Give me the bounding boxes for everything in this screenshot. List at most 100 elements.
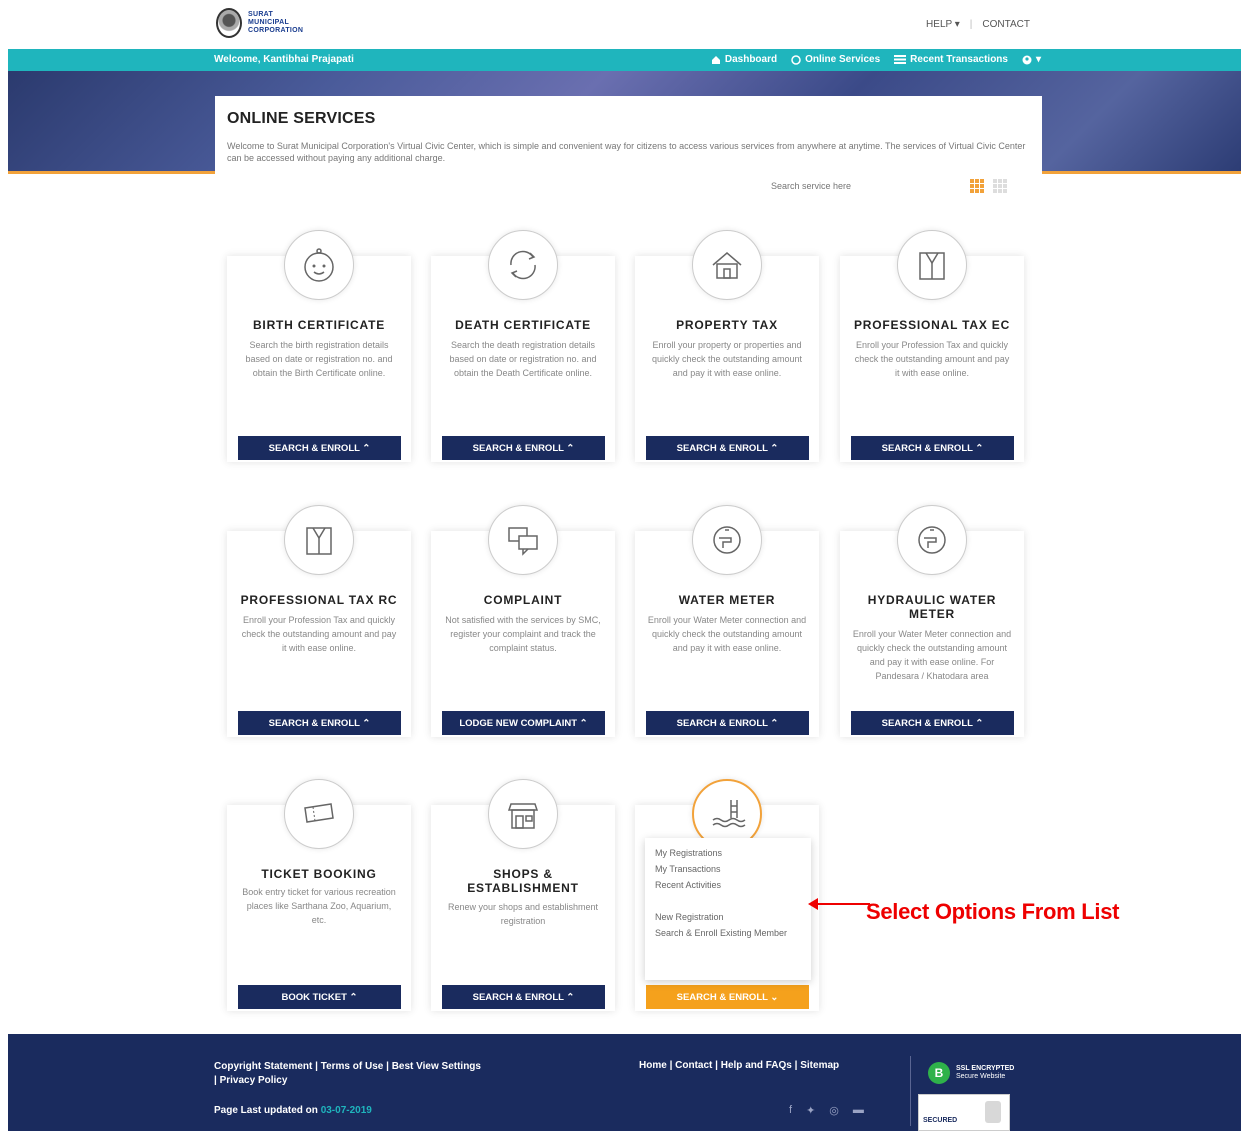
smc-logo[interactable]: SURAT MUNICIPAL CORPORATION bbox=[216, 8, 303, 38]
top-links: HELP ▾ | CONTACT bbox=[926, 19, 1030, 30]
nav-online-services[interactable]: Online Services bbox=[791, 54, 880, 65]
nav-recent-transactions[interactable]: Recent Transactions bbox=[894, 54, 1008, 65]
footer-link-terms[interactable]: Terms of Use bbox=[321, 1061, 384, 1072]
service-card-property-tax: PROPERTY TAX Enroll your property or pro… bbox=[635, 230, 819, 462]
cycle-icon bbox=[488, 230, 558, 300]
card-description: Enroll your Profession Tax and quickly c… bbox=[241, 615, 397, 653]
site-footer: Copyright Statement | Terms of Use | Bes… bbox=[8, 1034, 1241, 1131]
shop-icon bbox=[488, 779, 558, 849]
water-tap-icon bbox=[692, 505, 762, 575]
service-card-birth-certificate: BIRTH CERTIFICATE Search the birth regis… bbox=[227, 230, 411, 462]
service-search-input[interactable] bbox=[771, 179, 881, 193]
ssl-badge: B SSL ENCRYPTED Secure Website bbox=[928, 1062, 1014, 1084]
ticket-icon bbox=[284, 779, 354, 849]
search-enroll-button[interactable]: SEARCH & ENROLL ⌃ bbox=[646, 436, 809, 460]
intro-description: Welcome to Surat Municipal Corporation's… bbox=[227, 141, 1026, 163]
house-icon bbox=[692, 230, 762, 300]
card-title: COMPLAINT bbox=[483, 593, 563, 607]
card-title: DEATH CERTIFICATE bbox=[455, 318, 591, 332]
facebook-icon[interactable]: f bbox=[789, 1104, 792, 1117]
welcome-text: Welcome, Kantibhai Prajapati bbox=[214, 54, 354, 65]
service-card-hydraulic-water-meter: HYDRAULIC WATER METER Enroll your Water … bbox=[840, 505, 1024, 737]
annotation-text: Select Options From List bbox=[866, 899, 1120, 924]
globe-icon bbox=[791, 54, 801, 65]
card-description: Search the death registration details ba… bbox=[449, 340, 597, 378]
search-enroll-button[interactable]: SEARCH & ENROLL ⌃ bbox=[442, 436, 605, 460]
smc-emblem-icon bbox=[216, 8, 242, 38]
help-link[interactable]: HELP ▾ bbox=[926, 19, 960, 30]
last-updated: Page Last updated on 03-07-2019 bbox=[214, 1105, 372, 1116]
chat-icon bbox=[488, 505, 558, 575]
logo-line-3: CORPORATION bbox=[248, 27, 304, 34]
nav-dashboard[interactable]: Dashboard bbox=[711, 54, 777, 65]
service-card-complaint: COMPLAINT Not satisfied with the service… bbox=[431, 505, 615, 737]
contact-link[interactable]: CONTACT bbox=[982, 19, 1030, 30]
dropdown-item-my-registrations[interactable]: My Registrations bbox=[655, 846, 801, 860]
card-title: SHOPS & ESTABLISHMENT bbox=[467, 867, 579, 895]
footer-link-home[interactable]: Home bbox=[639, 1060, 667, 1071]
search-enroll-button-open[interactable]: SEARCH & ENROLL ⌄ bbox=[646, 985, 809, 1009]
card-title: BIRTH CERTIFICATE bbox=[252, 318, 386, 332]
nav-online-services-label: Online Services bbox=[805, 54, 881, 65]
baby-icon bbox=[284, 230, 354, 300]
search-enroll-button[interactable]: SEARCH & ENROLL ⌃ bbox=[851, 436, 1014, 460]
ssl-line-2: Secure Website bbox=[956, 1073, 1006, 1080]
card-title: WATER METER bbox=[678, 593, 776, 607]
last-updated-date: 03-07-2019 bbox=[320, 1105, 372, 1116]
water-tap-icon bbox=[897, 505, 967, 575]
nav-recent-transactions-label: Recent Transactions bbox=[910, 54, 1008, 65]
card-description: Book entry ticket for various recreation… bbox=[242, 887, 396, 925]
user-menu[interactable]: ▾ bbox=[1022, 54, 1041, 65]
security-seal: SECURED bbox=[918, 1094, 1010, 1131]
footer-link-help[interactable]: Help and FAQs bbox=[721, 1060, 792, 1071]
service-card-professional-tax-ec: PROFESSIONAL TAX EC Enroll your Professi… bbox=[840, 230, 1024, 462]
twitter-icon[interactable]: ✦ bbox=[806, 1104, 815, 1117]
instagram-icon[interactable]: ◎ bbox=[829, 1104, 839, 1117]
card-description: Enroll your Profession Tax and quickly c… bbox=[854, 340, 1010, 378]
last-updated-label: Page Last updated on bbox=[214, 1105, 321, 1116]
card-description: Not satisfied with the services by SMC, … bbox=[445, 615, 601, 653]
search-enroll-button[interactable]: SEARCH & ENROLL ⌃ bbox=[646, 711, 809, 735]
dashboard-icon bbox=[711, 56, 720, 64]
card-title: PROFESSIONAL TAX RC bbox=[240, 593, 398, 607]
search-enroll-button[interactable]: SEARCH & ENROLL ⌃ bbox=[238, 436, 401, 460]
dropdown-item-enroll-existing-member[interactable]: Search & Enroll Existing Member bbox=[655, 926, 801, 940]
list-icon bbox=[894, 55, 907, 64]
page-title: ONLINE SERVICES bbox=[227, 110, 376, 127]
dropdown-item-my-transactions[interactable]: My Transactions bbox=[655, 862, 801, 876]
card-title: PROPERTY TAX bbox=[676, 318, 778, 332]
dropdown-item-recent-activities[interactable]: Recent Activities bbox=[655, 878, 801, 892]
logo-line-2: MUNICIPAL bbox=[248, 19, 290, 26]
options-dropdown: My Registrations My Transactions Recent … bbox=[645, 838, 811, 980]
footer-link-privacy[interactable]: Privacy Policy bbox=[220, 1075, 288, 1086]
service-card-water-meter: WATER METER Enroll your Water Meter conn… bbox=[635, 505, 819, 737]
ssl-line-1: SSL ENCRYPTED bbox=[956, 1065, 1015, 1072]
card-description: Search the birth registration details ba… bbox=[245, 340, 393, 378]
youtube-icon[interactable]: ▬ bbox=[853, 1104, 864, 1117]
card-description: Enroll your Water Meter connection and q… bbox=[647, 615, 807, 653]
list-view-icon[interactable] bbox=[993, 179, 1007, 193]
suit-icon bbox=[897, 230, 967, 300]
search-enroll-button[interactable]: SEARCH & ENROLL ⌃ bbox=[851, 711, 1014, 735]
online-services-intro: ONLINE SERVICES Welcome to Surat Municip… bbox=[215, 96, 1042, 204]
seal-label: SECURED bbox=[923, 1117, 958, 1124]
user-icon bbox=[1022, 55, 1032, 64]
service-card-ticket-booking: TICKET BOOKING Book entry ticket for var… bbox=[227, 779, 411, 1011]
footer-link-contact[interactable]: Contact bbox=[675, 1060, 712, 1071]
book-ticket-button[interactable]: BOOK TICKET ⌃ bbox=[238, 985, 401, 1009]
top-header: SURAT MUNICIPAL CORPORATION HELP ▾ | CON… bbox=[0, 0, 1258, 48]
card-title: HYDRAULIC WATER METER bbox=[867, 593, 997, 621]
search-enroll-button[interactable]: SEARCH & ENROLL ⌃ bbox=[442, 985, 605, 1009]
lodge-complaint-button[interactable]: LODGE NEW COMPLAINT ⌃ bbox=[442, 711, 605, 735]
search-enroll-button[interactable]: SEARCH & ENROLL ⌃ bbox=[238, 711, 401, 735]
dropdown-item-new-registration[interactable]: New Registration bbox=[655, 910, 801, 924]
footer-link-sitemap[interactable]: Sitemap bbox=[800, 1060, 839, 1071]
footer-link-copyright[interactable]: Copyright Statement bbox=[214, 1061, 312, 1072]
service-card-shops-establishment: SHOPS & ESTABLISHMENT Renew your shops a… bbox=[431, 779, 615, 1011]
suit-icon bbox=[284, 505, 354, 575]
grid-view-icon[interactable] bbox=[970, 179, 984, 193]
user-menu-caret: ▾ bbox=[1035, 54, 1041, 65]
footer-link-best-view[interactable]: Best View Settings bbox=[392, 1061, 481, 1072]
logo-line-1: SURAT bbox=[248, 11, 274, 18]
nav-dashboard-label: Dashboard bbox=[724, 54, 778, 65]
